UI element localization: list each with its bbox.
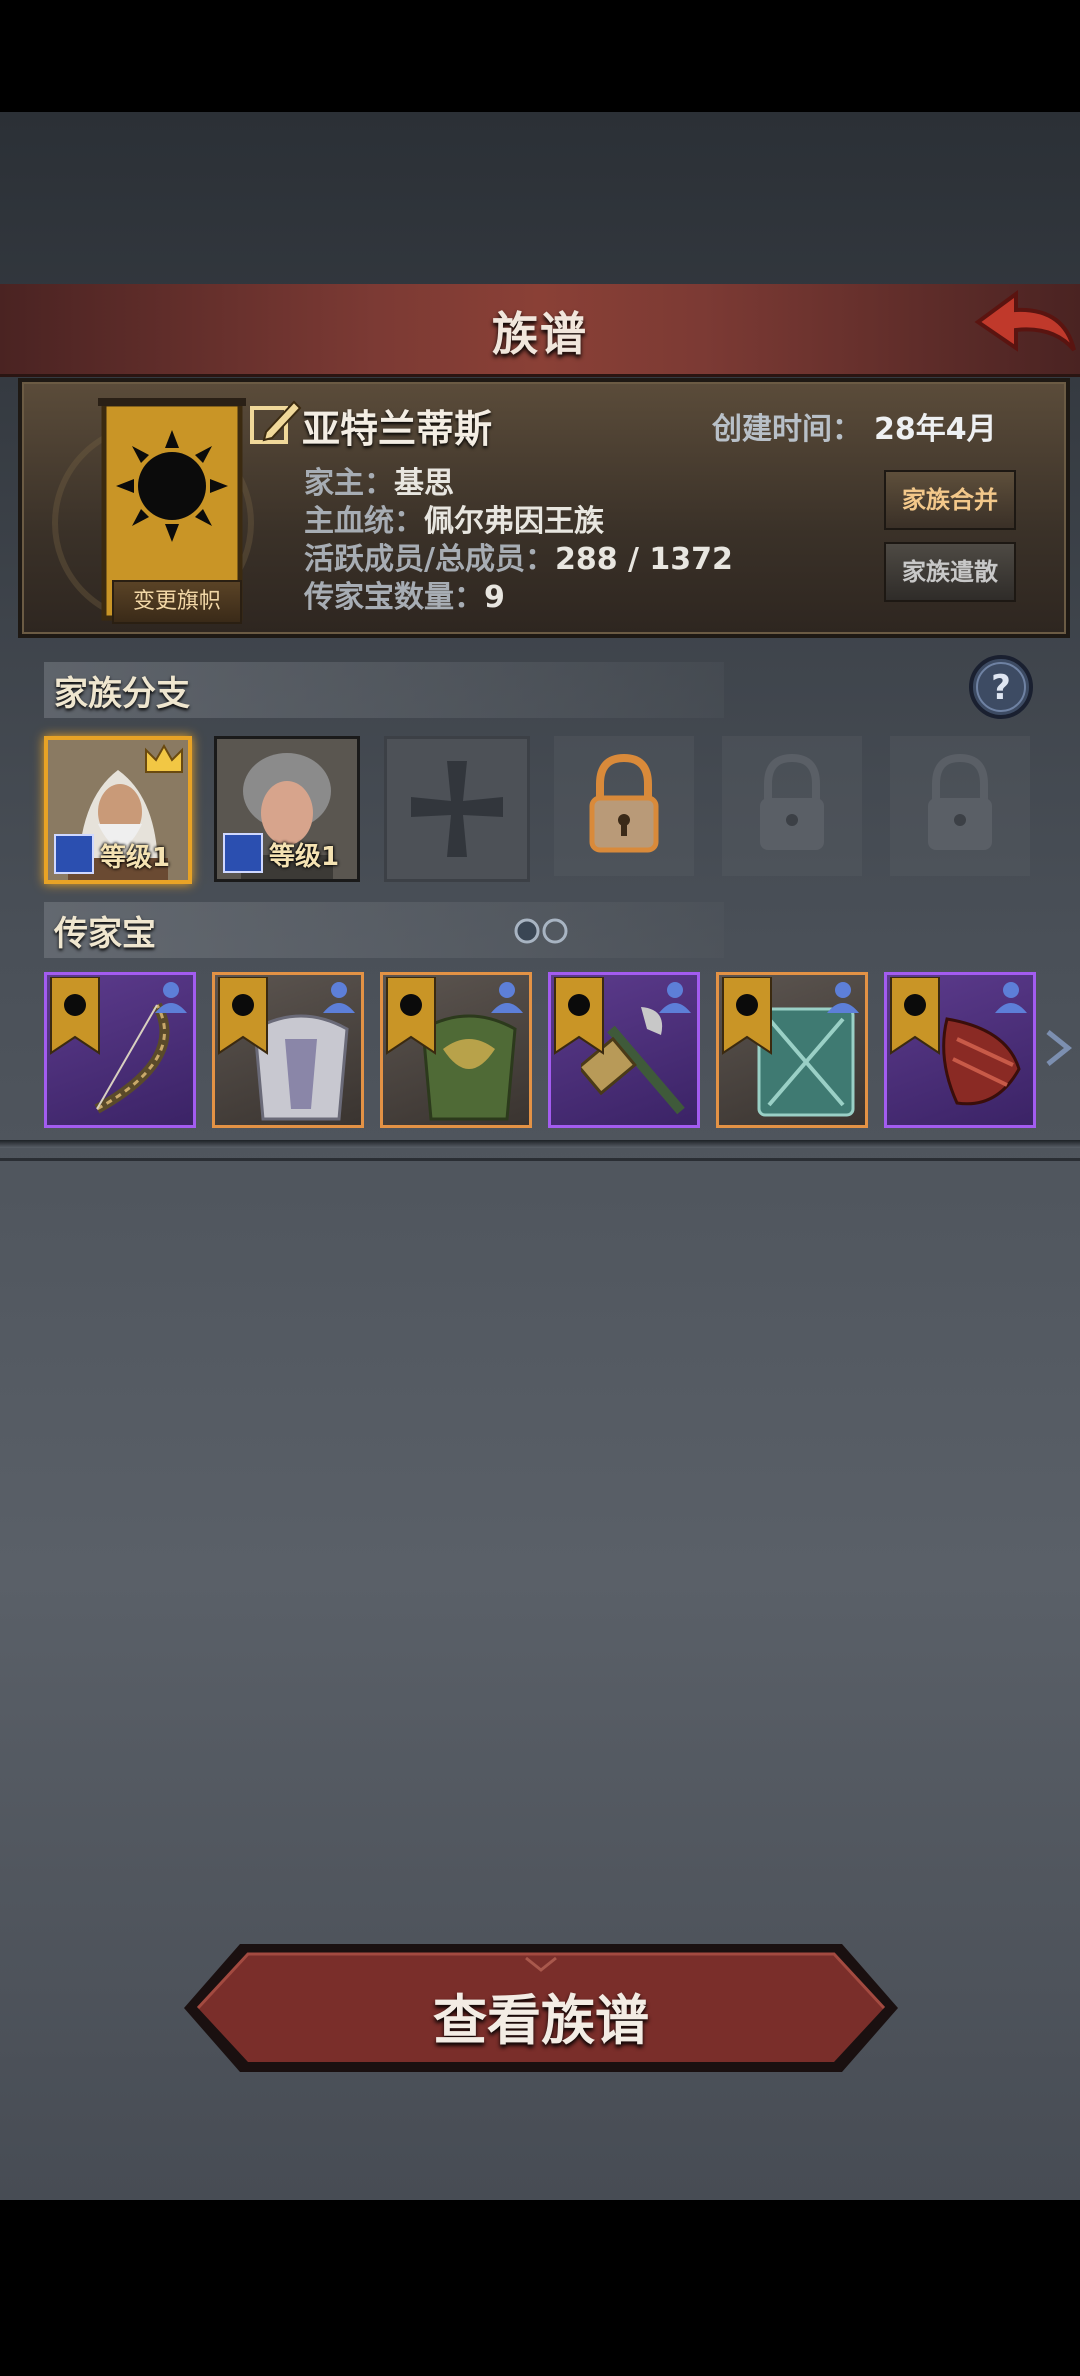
branch-slot-unlockable[interactable] [554,736,694,876]
branch-member[interactable]: 等级1 [214,736,360,882]
heirloom-shield[interactable] [716,972,868,1128]
divider [0,1158,1080,1161]
padlock-unlockable-icon [589,753,659,853]
heirloom-count-label: 传家宝数量： [304,580,484,615]
sword-class-icon [54,834,94,874]
heirloom-gauntlet[interactable] [884,972,1036,1128]
branch-member-leader[interactable]: 等级1 [44,736,192,884]
back-arrow-icon[interactable] [968,286,1080,366]
heirloom-hammer[interactable] [548,972,700,1128]
help-icon[interactable]: ? [968,654,1034,720]
family-flag-icon [386,977,436,1055]
member-level: 等级1 [269,842,340,872]
cross-icon [411,761,503,857]
heirloom-green-armor[interactable] [380,972,532,1128]
edit-name-icon[interactable] [248,396,302,450]
family-flag-icon [890,977,940,1055]
heirloom-count-value: 9 [484,580,505,615]
sword-class-icon [223,833,263,873]
created-value: 28年4月 [874,412,997,447]
padlock-icon [928,753,992,850]
family-flag-icon [50,977,100,1055]
person-icon [155,982,187,1013]
heirlooms-title: 传家宝 [54,914,156,954]
person-icon [659,982,691,1013]
family-flag-icon [218,977,268,1055]
view-family-tree-label: 查看族谱 [433,1989,649,2052]
family-disband-button[interactable]: 家族遣散 [884,542,1016,602]
created-label: 创建时间： [712,412,862,447]
person-icon [491,982,523,1013]
person-icon [323,982,355,1013]
page-title: 族谱 [492,307,588,361]
change-banner-button[interactable]: 变更旗帜 [112,580,242,624]
heirloom-count-row: 传家宝数量：9 [304,572,505,616]
chevron-right-icon[interactable] [1042,1028,1072,1068]
padlock-icon [760,753,824,850]
crown-icon [145,743,183,773]
family-flag-icon [554,977,604,1055]
branches-title: 家族分支 [54,674,190,714]
person-icon [827,982,859,1013]
title-bar: 族谱 [0,284,1080,377]
family-merge-button[interactable]: 家族合并 [884,470,1016,530]
branch-slot-locked [722,736,862,876]
svg-text:?: ? [991,668,1011,708]
family-name: 亚特兰蒂斯 [302,407,493,451]
family-flag-icon [722,977,772,1055]
branch-slot-empty[interactable] [384,736,530,882]
bottom-band [0,2200,1080,2376]
members-value: 288 / 1372 [554,542,733,577]
person-icon [995,982,1027,1013]
heirloom-silver-armor[interactable] [212,972,364,1128]
member-level: 等级1 [100,843,171,873]
page-indicator[interactable] [512,916,572,946]
heirloom-bow[interactable] [44,972,196,1128]
divider [0,1140,1080,1148]
branch-slot-locked [890,736,1030,876]
